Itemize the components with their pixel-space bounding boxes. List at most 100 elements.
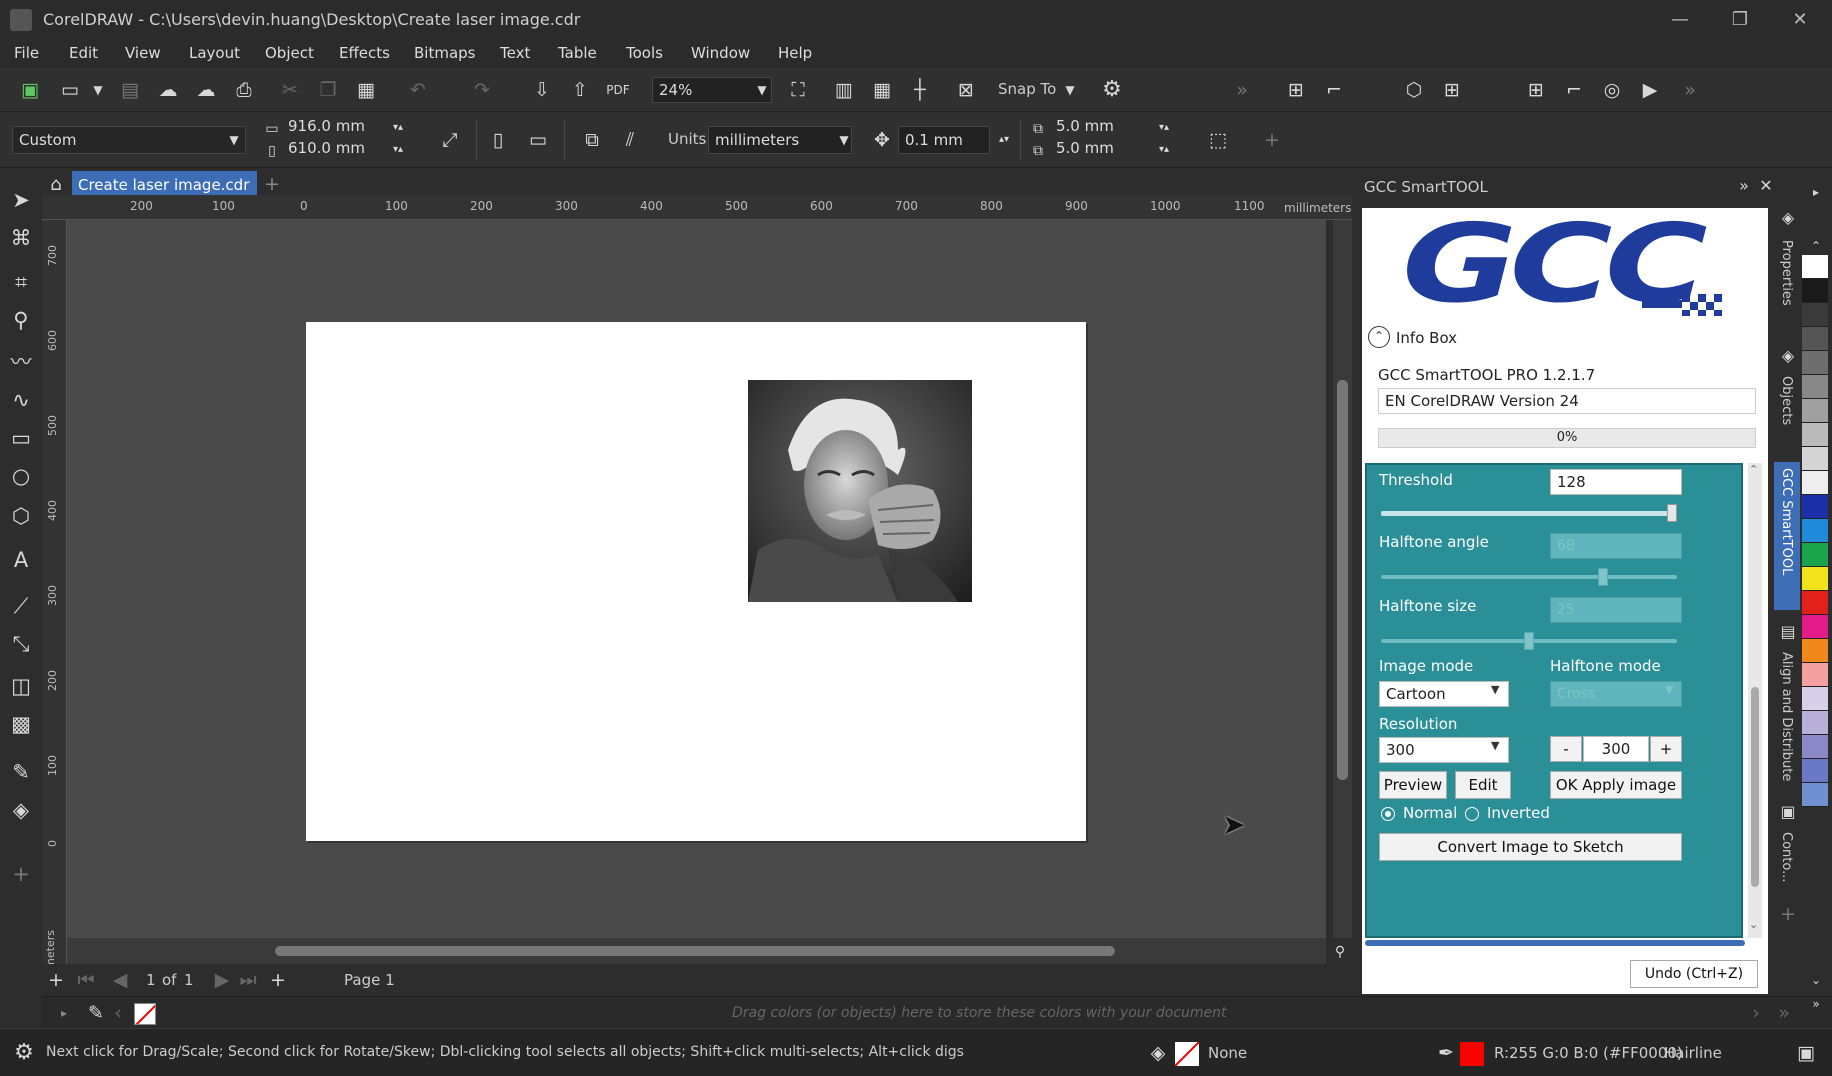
page-tab[interactable]: Page 1: [344, 971, 395, 989]
color-swatch[interactable]: [1802, 495, 1828, 519]
palette-scroll-right-icon[interactable]: ›: [1742, 999, 1770, 1027]
cloud-download-icon[interactable]: ☁: [154, 76, 182, 104]
convert-to-sketch-button[interactable]: Convert Image to Sketch: [1379, 833, 1682, 861]
redo-icon[interactable]: ↷: [468, 76, 496, 104]
color-swatch[interactable]: [1802, 543, 1828, 567]
smarttool-docker-tab[interactable]: GCC SmartTOOL: [1774, 462, 1800, 610]
treat-as-filled-icon[interactable]: ⬚: [1204, 126, 1232, 154]
objects-docker-tab[interactable]: Objects: [1779, 376, 1794, 425]
zoom-tool-icon[interactable]: ⚲: [7, 306, 35, 334]
minimize-button[interactable]: —: [1650, 4, 1710, 36]
units-dropdown-icon[interactable]: ▼: [830, 126, 858, 154]
new-document-icon[interactable]: ▣: [16, 76, 44, 104]
page-height-field[interactable]: 610.0 mm: [282, 138, 382, 160]
add-docker-icon[interactable]: +: [1774, 900, 1802, 928]
print-icon[interactable]: ⎙: [230, 76, 258, 104]
outline-color-swatch[interactable]: [1460, 1042, 1484, 1066]
duplicate-y-field[interactable]: 5.0 mm: [1050, 138, 1150, 160]
inverted-radio[interactable]: [1465, 807, 1479, 821]
color-swatch[interactable]: [1802, 279, 1828, 303]
threshold-slider-thumb[interactable]: [1667, 504, 1677, 522]
undo-button[interactable]: Undo (Ctrl+Z): [1630, 960, 1758, 988]
no-color-swatch[interactable]: [134, 1003, 156, 1025]
duplicate-x-field[interactable]: 5.0 mm: [1050, 116, 1150, 138]
color-swatch[interactable]: [1802, 687, 1828, 711]
normal-radio-label[interactable]: Normal: [1403, 804, 1457, 822]
fill-swatch[interactable]: [1175, 1042, 1199, 1066]
eyedropper-tool-icon[interactable]: ✎: [7, 758, 35, 786]
last-page-icon[interactable]: ⏭: [234, 966, 262, 994]
menu-effects[interactable]: Effects: [339, 44, 390, 62]
apply-image-button[interactable]: OK Apply image: [1550, 771, 1682, 799]
resolution-stepper-input[interactable]: 300: [1583, 736, 1649, 762]
palette-menu-icon[interactable]: ▸: [1802, 178, 1830, 206]
export-icon[interactable]: ⇧: [566, 76, 594, 104]
dup-y-spinner-icon[interactable]: ▾▴: [1150, 136, 1178, 164]
inverted-radio-label[interactable]: Inverted: [1487, 804, 1550, 822]
color-swatch[interactable]: [1802, 303, 1828, 327]
text-tool-icon[interactable]: A: [7, 546, 35, 574]
edit-button[interactable]: Edit: [1455, 771, 1511, 799]
menu-object[interactable]: Object: [265, 44, 314, 62]
resolution-dropdown-icon[interactable]: ▼: [1491, 739, 1499, 752]
add-tool-icon[interactable]: +: [7, 860, 35, 888]
panel-inner-scrollbar[interactable]: ⌃ ⌄: [1748, 463, 1762, 938]
show-grid-icon[interactable]: ▦: [868, 76, 896, 104]
page-width-field[interactable]: 916.0 mm: [282, 116, 382, 138]
menu-file[interactable]: File: [14, 44, 39, 62]
new-tab-icon[interactable]: +: [258, 170, 286, 198]
close-button[interactable]: ✕: [1770, 4, 1830, 36]
show-rulers-icon[interactable]: ▥: [830, 76, 858, 104]
menu-help[interactable]: Help: [778, 44, 812, 62]
nudge-distance-field[interactable]: 0.1 mm: [898, 126, 990, 154]
properties-docker-tab[interactable]: Properties: [1779, 240, 1794, 306]
color-swatch[interactable]: [1802, 255, 1828, 279]
vertical-scroll-thumb[interactable]: [1337, 380, 1348, 780]
contour-docker-icon[interactable]: ▣: [1774, 798, 1802, 826]
color-swatch[interactable]: [1802, 375, 1828, 399]
add-frame-icon[interactable]: ⊞: [1438, 76, 1466, 104]
3d-box-icon[interactable]: ⬡: [1400, 76, 1428, 104]
threshold-slider-track[interactable]: [1381, 511, 1677, 516]
color-swatch[interactable]: [1802, 399, 1828, 423]
status-settings-gear-icon[interactable]: ⚙: [10, 1039, 38, 1067]
vertical-scrollbar[interactable]: [1333, 220, 1352, 938]
interactive-fill-icon[interactable]: ◈: [7, 796, 35, 824]
open-icon[interactable]: ▭: [56, 76, 84, 104]
current-page-icon[interactable]: ⫽: [616, 126, 644, 154]
undo-icon[interactable]: ↶: [404, 76, 432, 104]
horizontal-scrollbar[interactable]: [67, 938, 1326, 964]
portrait-icon[interactable]: ▯: [484, 126, 512, 154]
color-swatch[interactable]: [1802, 567, 1828, 591]
import-icon[interactable]: ⇩: [528, 76, 556, 104]
polygon-tool-icon[interactable]: ⬡: [7, 502, 35, 530]
preview-button[interactable]: Preview: [1379, 771, 1447, 799]
resize-page-icon[interactable]: ⤢: [436, 126, 464, 154]
page-preset-dropdown-icon[interactable]: ▼: [220, 126, 248, 154]
full-screen-icon[interactable]: ⛶: [784, 76, 812, 104]
media-icon[interactable]: ▶: [1636, 76, 1664, 104]
threshold-input[interactable]: 128: [1550, 469, 1682, 495]
objects-docker-icon[interactable]: ◈: [1774, 342, 1802, 370]
color-swatch[interactable]: [1802, 663, 1828, 687]
next-page-icon[interactable]: ▶: [208, 966, 236, 994]
color-swatch[interactable]: [1802, 471, 1828, 495]
toolbar-overflow-right-icon[interactable]: »: [1676, 76, 1704, 104]
panel-scroll-thumb[interactable]: [1751, 687, 1759, 887]
connector-tool-icon[interactable]: ⤡: [7, 630, 35, 658]
crop-icon[interactable]: ⌐: [1320, 76, 1348, 104]
drop-shadow-icon[interactable]: ◫: [7, 672, 35, 700]
menu-view[interactable]: View: [125, 44, 161, 62]
color-swatch[interactable]: [1802, 759, 1828, 783]
transparency-tool-icon[interactable]: ▩: [7, 710, 35, 738]
panel-close-icon[interactable]: ✕: [1752, 172, 1780, 200]
document-tab[interactable]: Create laser image.cdr: [72, 171, 257, 197]
resolution-select[interactable]: 300: [1379, 737, 1509, 763]
add-page-after-icon[interactable]: +: [264, 966, 292, 994]
launch-icon[interactable]: ⊞: [1282, 76, 1310, 104]
artistic-media-icon[interactable]: ∿: [7, 386, 35, 414]
save-icon[interactable]: ▤: [116, 76, 144, 104]
target-icon[interactable]: ◎: [1598, 76, 1626, 104]
add-object-icon[interactable]: ⊞: [1522, 76, 1550, 104]
snap-to-dropdown[interactable]: Snap To: [998, 80, 1056, 98]
